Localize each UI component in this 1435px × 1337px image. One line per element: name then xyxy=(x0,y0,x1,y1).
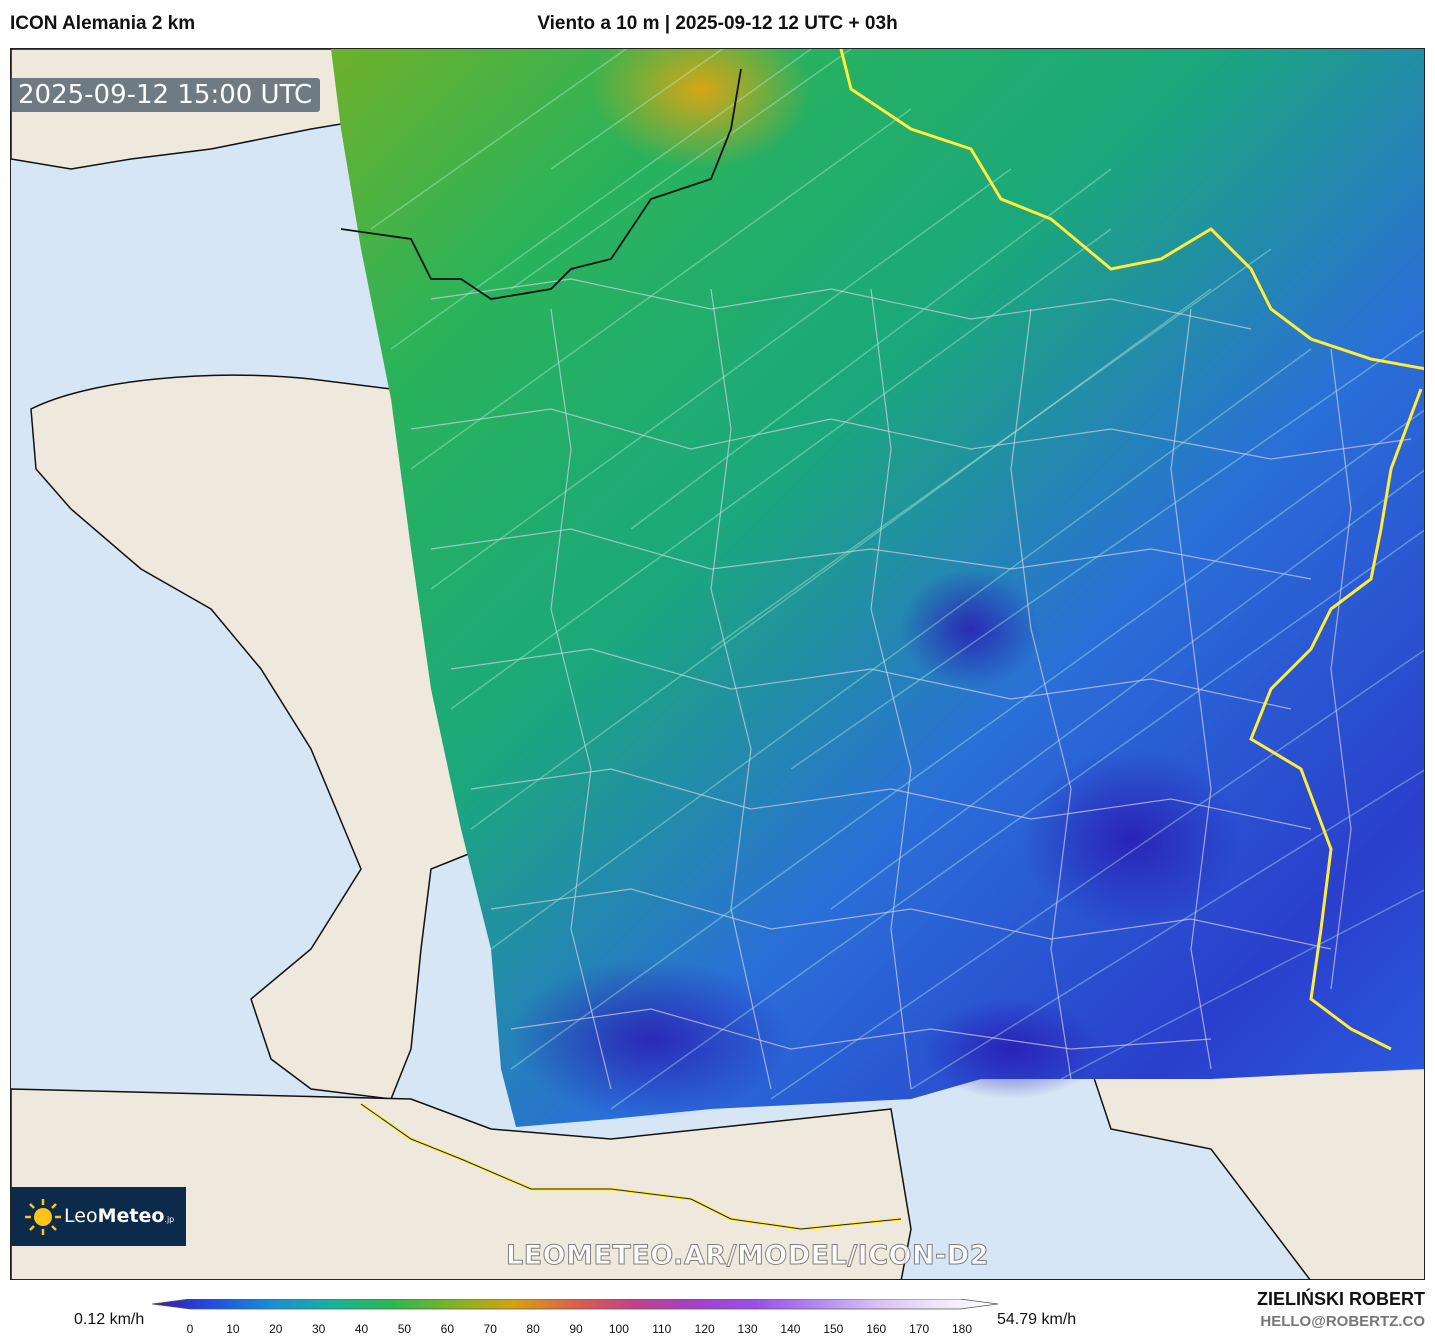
leometeo-logo[interactable]: LeoMeteo.jp xyxy=(11,1187,186,1246)
colorbar-tick-label: 120 xyxy=(694,1322,715,1336)
colorbar-tick-label: 40 xyxy=(354,1322,369,1336)
colorbar-tick-label: 80 xyxy=(526,1322,540,1336)
colorbar-tick-label: 30 xyxy=(311,1322,326,1336)
valid-time-badge: 2025-09-12 15:00 UTC xyxy=(10,78,321,112)
wind-field xyxy=(331,49,1424,1127)
wind-map xyxy=(10,48,1425,1280)
colorbar-tick-label: 110 xyxy=(652,1322,672,1336)
colorbar-tick-label: 0 xyxy=(186,1322,194,1336)
colorbar-tick-label: 20 xyxy=(269,1322,283,1336)
colorbar-tick-label: 60 xyxy=(440,1322,455,1336)
land-italy-coast xyxy=(1089,1058,1424,1279)
logo-text: LeoMeteo.jp xyxy=(64,1205,175,1227)
map-canvas xyxy=(11,49,1424,1279)
sun-icon xyxy=(25,1199,61,1235)
colorbar-tick-label: 90 xyxy=(569,1322,583,1336)
colorbar-tick-label: 150 xyxy=(823,1322,844,1336)
watermark-url: LEOMETEO.AR/MODEL/ICON-D2 xyxy=(506,1240,990,1272)
colorbar-tick-label: 160 xyxy=(866,1322,887,1336)
colorbar-ticks: 0 10 20 30 40 50 60 70 80 90 100 110 120 130 140 150 160… xyxy=(0,1322,1435,1337)
chart-title: Viento a 10 m | 2025-09-12 12 UTC + 03h xyxy=(537,13,898,34)
colorbar-tick-label: 170 xyxy=(909,1322,930,1336)
colorbar xyxy=(152,1299,999,1310)
colorbar-tick-label: 180 xyxy=(951,1322,973,1336)
colorbar-tick-label: 10 xyxy=(226,1322,240,1336)
colorbar-tick-label: 140 xyxy=(780,1322,801,1336)
author-email: HELLO@ROBERTZ.CO xyxy=(1260,1313,1425,1330)
colorbar-tick-label: 50 xyxy=(397,1322,412,1336)
colorbar-tick-label: 130 xyxy=(737,1322,758,1336)
colorbar-tick-label: 70 xyxy=(483,1322,497,1336)
colorbar-tick-label: 100 xyxy=(608,1322,629,1336)
author-credit: ZIELIŃSKI ROBERT xyxy=(1256,1289,1425,1309)
